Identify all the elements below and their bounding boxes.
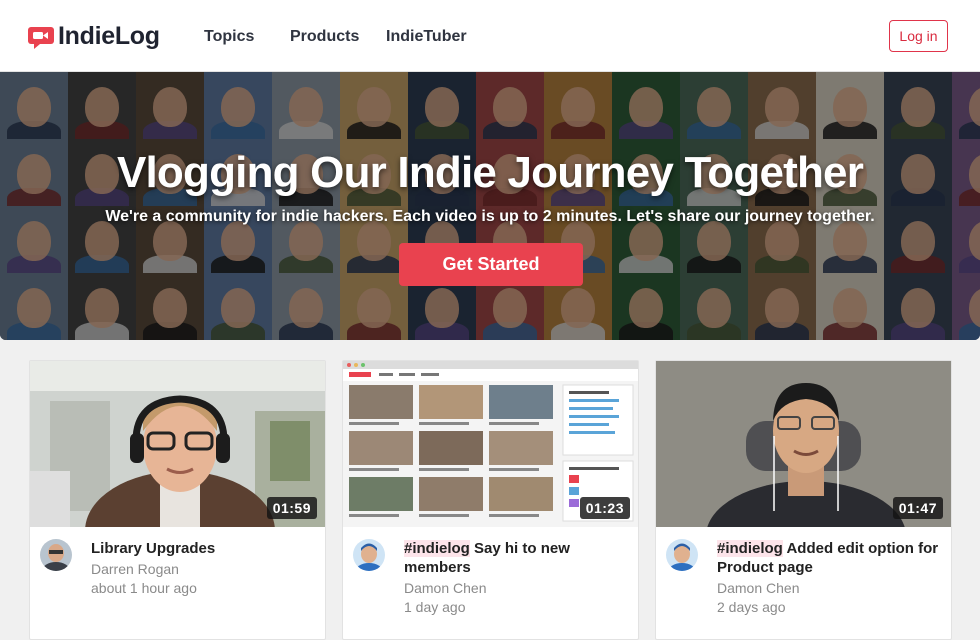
video-author[interactable]: Damon Chen [404, 580, 487, 596]
top-navbar: IndieLog Topics Products IndieTuber Log … [0, 0, 980, 72]
hero-overlay [0, 72, 980, 340]
video-thumbnail[interactable]: 01:23 [343, 361, 638, 527]
logo-text: IndieLog [58, 22, 160, 50]
avatar[interactable] [40, 539, 72, 571]
video-card[interactable]: 01:23 #indielog Say hi to new members Da… [342, 360, 639, 640]
video-card[interactable]: 01:47 #indielog Added edit option for Pr… [655, 360, 952, 640]
video-camera-icon [28, 25, 54, 49]
video-time: about 1 hour ago [91, 580, 197, 596]
avatar[interactable] [666, 539, 698, 571]
video-time: 1 day ago [404, 599, 466, 615]
video-title[interactable]: #indielog Added edit option for Product … [717, 539, 945, 577]
logo[interactable]: IndieLog [28, 22, 160, 51]
topic-tag[interactable]: #indielog [404, 540, 470, 557]
get-started-button[interactable]: Get Started [399, 243, 583, 286]
video-author[interactable]: Damon Chen [717, 580, 800, 596]
avatar[interactable] [353, 539, 385, 571]
video-duration: 01:59 [266, 497, 317, 519]
topic-tag[interactable]: #indielog [717, 540, 783, 557]
video-thumbnail[interactable]: 01:59 [30, 361, 325, 527]
video-author[interactable]: Darren Rogan [91, 561, 179, 577]
video-title[interactable]: Library Upgrades [91, 539, 319, 558]
nav-topics[interactable]: Topics [204, 28, 254, 46]
nav-products[interactable]: Products [290, 28, 359, 46]
nav-indietuber[interactable]: IndieTuber [386, 28, 467, 46]
video-duration: 01:23 [579, 497, 630, 519]
login-button[interactable]: Log in [889, 20, 948, 52]
video-card[interactable]: 01:59 Library Upgrades Darren Rogan abou… [29, 360, 326, 640]
hero-subtitle: We're a community for indie hackers. Eac… [105, 208, 875, 225]
hero-title: Vlogging Our Indie Journey Together [116, 148, 864, 197]
video-thumbnail[interactable]: 01:47 [656, 361, 951, 527]
video-title[interactable]: #indielog Say hi to new members [404, 539, 632, 577]
hero-banner: Vlogging Our Indie Journey Together We'r… [0, 72, 980, 340]
video-time: 2 days ago [717, 599, 786, 615]
video-duration: 01:47 [892, 497, 943, 519]
